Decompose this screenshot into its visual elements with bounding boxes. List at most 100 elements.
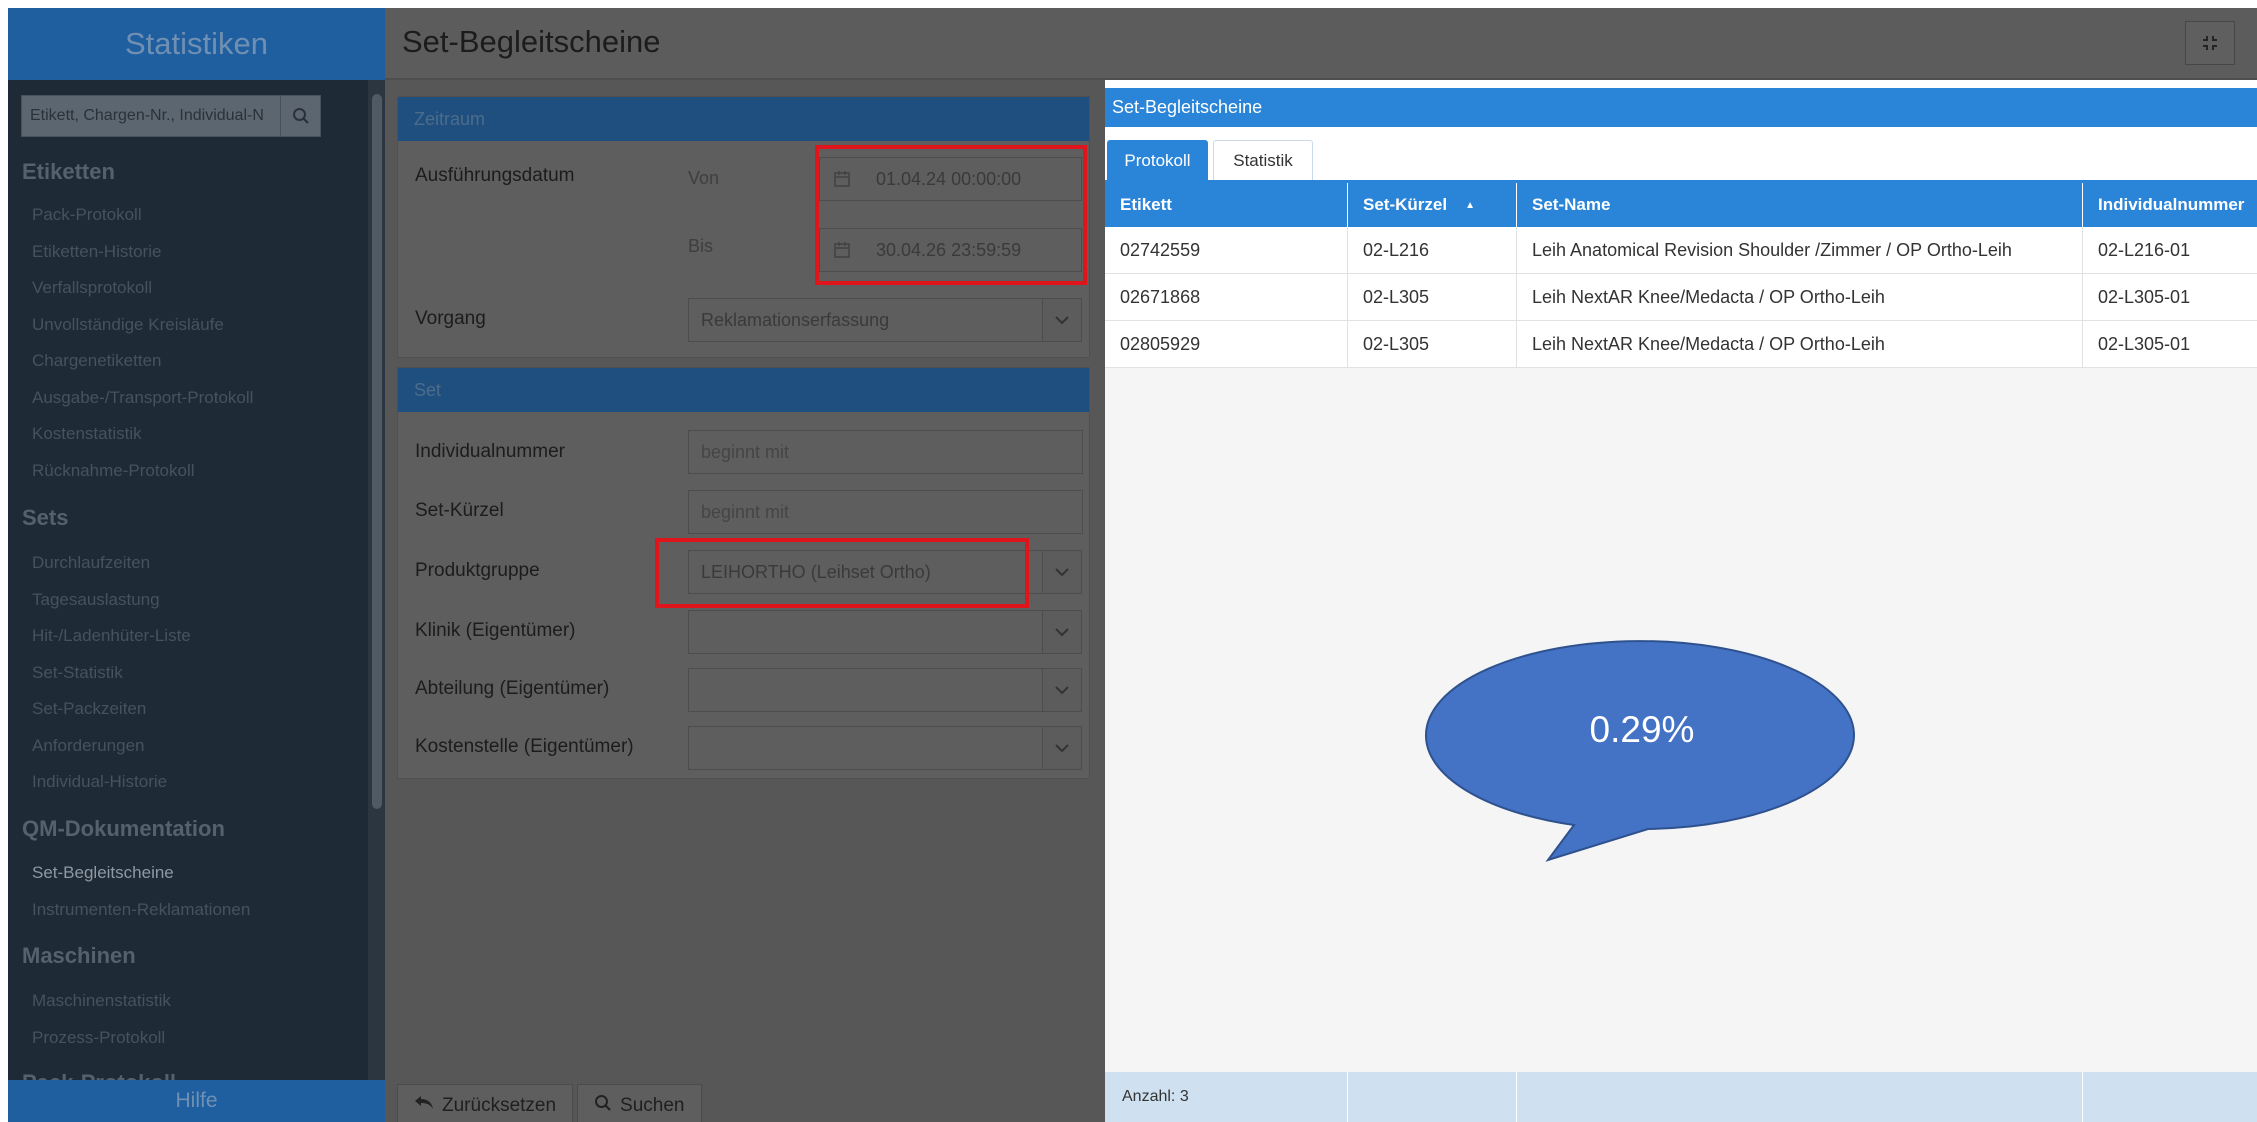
sidebar-scrollbar[interactable] — [368, 80, 385, 1080]
chevron-down-icon[interactable] — [1042, 610, 1082, 654]
set-kuerzel-input[interactable]: beginnt mit — [688, 490, 1083, 534]
sidebar-item-ruecknahme-protokoll[interactable]: Rücknahme-Protokoll — [32, 461, 195, 481]
table-header: Etikett Set-Kürzel ▲ Set-Name Individualn… — [1105, 183, 2257, 227]
sidebar-item-durchlaufzeiten[interactable]: Durchlaufzeiten — [32, 553, 150, 573]
result-modal: Set-Begleitscheine Protokoll Statistik E… — [1105, 88, 2257, 1122]
sidebar-item-hit-ladenhueter-liste[interactable]: Hit-/Ladenhüter-Liste — [32, 626, 191, 646]
search-button-label: Suchen — [620, 1095, 685, 1116]
cell-etikett: 02671868 — [1105, 274, 1348, 320]
sidebar: Statistiken Etiketten Pack-Protokoll Eti… — [8, 8, 385, 1122]
tab-statistik[interactable]: Statistik — [1213, 140, 1313, 181]
sidebar-search-input[interactable] — [22, 96, 280, 136]
bis-label: Bis — [688, 236, 714, 256]
filter-button-bar: Zurücksetzen Suchen — [397, 1084, 702, 1122]
help-button[interactable]: Hilfe — [8, 1080, 385, 1122]
sidebar-heading-maschinen: Maschinen — [22, 943, 136, 968]
cell-set-name: Leih Anatomical Revision Shoulder /Zimme… — [1517, 227, 2083, 273]
vorgang-label: Vorgang — [415, 308, 486, 329]
zeitraum-panel-heading: Zeitraum — [398, 97, 1089, 141]
filter-area: Zeitraum Ausführungsdatum Von 01.04.24 0… — [385, 80, 1105, 1122]
sidebar-item-set-statistik[interactable]: Set-Statistik — [32, 663, 123, 683]
vorgang-select[interactable]: Reklamationserfassung — [688, 298, 1043, 342]
column-header-label: Etikett — [1120, 195, 1172, 214]
kostenstelle-select[interactable] — [688, 726, 1043, 770]
sidebar-heading-etiketten: Etiketten — [22, 159, 115, 184]
column-header-etikett[interactable]: Etikett — [1105, 183, 1348, 227]
chevron-down-icon[interactable] — [1042, 298, 1082, 342]
callout-text: 0.29% — [1589, 709, 1695, 750]
vorgang-value: Reklamationserfassung — [701, 309, 890, 330]
sidebar-item-maschinenstatistik[interactable]: Maschinenstatistik — [32, 991, 171, 1011]
column-header-individualnummer[interactable]: Individualnummer — [2083, 183, 2257, 227]
reset-button-label: Zurücksetzen — [442, 1095, 557, 1116]
cell-set-kuerzel: 02-L305 — [1348, 274, 1517, 320]
set-kuerzel-placeholder: beginnt mit — [701, 501, 790, 522]
sidebar-heading-qm-dokumentation: QM-Dokumentation — [22, 816, 225, 841]
sidebar-item-prozess-protokoll[interactable]: Prozess-Protokoll — [32, 1028, 165, 1048]
ausfuehrungsdatum-label: Ausführungsdatum — [415, 165, 575, 186]
sidebar-title: Statistiken — [8, 8, 385, 80]
individualnummer-label: Individualnummer — [415, 441, 565, 462]
search-icon[interactable] — [280, 96, 320, 136]
klinik-select[interactable] — [688, 610, 1043, 654]
individualnummer-input[interactable]: beginnt mit — [688, 430, 1083, 474]
collapse-icon[interactable] — [2185, 21, 2235, 65]
chevron-down-icon[interactable] — [1042, 726, 1082, 770]
cell-set-kuerzel: 02-L216 — [1348, 227, 1517, 273]
sidebar-item-pack-protokoll[interactable]: Pack-Protokoll — [32, 205, 142, 225]
von-label: Von — [688, 168, 720, 188]
sidebar-item-ausgabe-transport-protokoll[interactable]: Ausgabe-/Transport-Protokoll — [32, 388, 253, 408]
date-range-highlight — [815, 145, 1087, 285]
produktgruppe-label: Produktgruppe — [415, 560, 540, 581]
abteilung-select[interactable] — [688, 668, 1043, 712]
column-header-set-name[interactable]: Set-Name — [1517, 183, 2083, 227]
cell-individualnummer: 02-L305-01 — [2098, 286, 2191, 307]
table-footer: Anzahl: 3 — [1105, 1072, 2257, 1122]
cell-individualnummer: 02-L305-01 — [2098, 333, 2191, 354]
sidebar-item-etiketten-historie[interactable]: Etiketten-Historie — [32, 242, 161, 262]
sidebar-scrollbar-thumb[interactable] — [372, 94, 382, 809]
page-title: Set-Begleitscheine — [402, 24, 661, 59]
produktgruppe-highlight — [655, 538, 1029, 608]
cell-etikett: 02805929 — [1105, 321, 1348, 367]
cell-set-name: Leih NextAR Knee/Medacta / OP Ortho-Leih — [1517, 321, 2083, 367]
table-row[interactable]: 02671868 02-L305 Leih NextAR Knee/Medact… — [1105, 274, 2257, 321]
column-header-label: Individualnummer — [2098, 195, 2245, 214]
cell-set-kuerzel: 02-L305 — [1348, 321, 1517, 367]
sidebar-item-tagesauslastung[interactable]: Tagesauslastung — [32, 590, 160, 610]
set-kuerzel-label: Set-Kürzel — [415, 500, 504, 521]
sort-ascending-icon: ▲ — [1465, 199, 1475, 211]
sidebar-item-individual-historie[interactable]: Individual-Historie — [32, 772, 167, 792]
tab-protokoll[interactable]: Protokoll — [1107, 140, 1208, 181]
klinik-label: Klinik (Eigentümer) — [415, 620, 576, 641]
sidebar-item-instrumenten-reklamationen[interactable]: Instrumenten-Reklamationen — [32, 900, 250, 920]
column-header-label: Set-Kürzel — [1363, 195, 1448, 214]
individualnummer-placeholder: beginnt mit — [701, 441, 790, 462]
sidebar-item-anforderungen[interactable]: Anforderungen — [32, 736, 144, 756]
chevron-down-icon[interactable] — [1042, 550, 1082, 594]
table-row[interactable]: 02742559 02-L216 Leih Anatomical Revisio… — [1105, 227, 2257, 274]
cell-individualnummer: 02-L216-01 — [2098, 239, 2191, 260]
column-header-label: Set-Name — [1532, 195, 1611, 214]
search-button[interactable]: Suchen — [577, 1084, 702, 1122]
sidebar-item-kostenstatistik[interactable]: Kostenstatistik — [32, 424, 142, 444]
row-count-label: Anzahl: 3 — [1122, 1088, 1189, 1105]
sidebar-item-unvollstaendige-kreislaeufe[interactable]: Unvollständige Kreisläufe — [32, 315, 224, 335]
modal-title: Set-Begleitscheine — [1105, 88, 2257, 127]
sidebar-item-verfallsprotokoll[interactable]: Verfallsprotokoll — [32, 278, 152, 298]
sidebar-item-set-packzeiten[interactable]: Set-Packzeiten — [32, 699, 146, 719]
cell-etikett: 02742559 — [1105, 227, 1348, 273]
set-panel-heading: Set — [398, 368, 1089, 412]
sidebar-item-set-begleitscheine[interactable]: Set-Begleitscheine — [32, 863, 174, 883]
chevron-down-icon[interactable] — [1042, 668, 1082, 712]
abteilung-label: Abteilung (Eigentümer) — [415, 678, 610, 699]
undo-icon — [414, 1095, 434, 1117]
reset-button[interactable]: Zurücksetzen — [397, 1084, 574, 1122]
sidebar-heading-sets: Sets — [22, 505, 69, 530]
table-row[interactable]: 02805929 02-L305 Leih NextAR Knee/Medact… — [1105, 321, 2257, 368]
cell-set-name: Leih NextAR Knee/Medacta / OP Ortho-Leih — [1517, 274, 2083, 320]
search-icon — [594, 1094, 612, 1118]
sidebar-search — [21, 95, 321, 137]
sidebar-item-chargenetiketten[interactable]: Chargenetiketten — [32, 351, 161, 371]
column-header-set-kuerzel[interactable]: Set-Kürzel ▲ — [1348, 183, 1517, 227]
